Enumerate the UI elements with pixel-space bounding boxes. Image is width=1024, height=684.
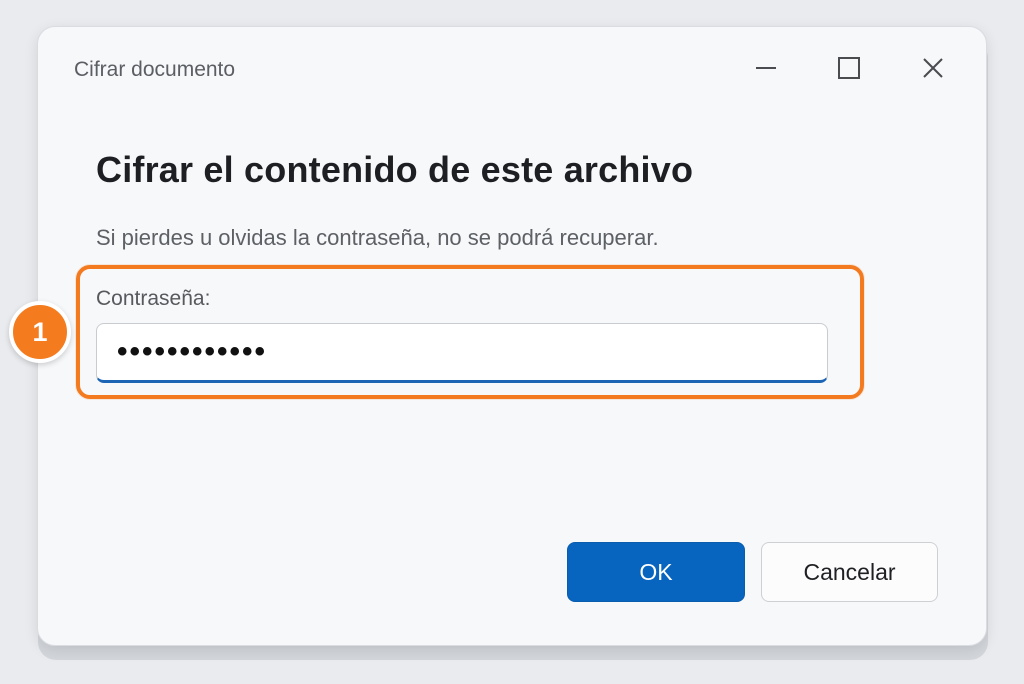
dialog-heading: Cifrar el contenido de este archivo — [96, 149, 694, 190]
step-badge: 1 — [9, 301, 71, 363]
dialog-warning-text: Si pierdes u olvidas la contraseña, no s… — [96, 225, 659, 250]
maximize-icon — [837, 56, 861, 80]
window-title: Cifrar documento — [74, 58, 236, 81]
minimize-icon — [754, 56, 778, 80]
close-button[interactable] — [910, 47, 956, 89]
minimize-button[interactable] — [743, 47, 789, 89]
password-field[interactable]: •••••••••••• — [96, 323, 828, 383]
cancel-button[interactable]: Cancelar — [761, 542, 938, 602]
close-icon — [921, 56, 945, 80]
title-bar: Cifrar documento — [38, 27, 986, 113]
password-value: •••••••••••• — [117, 335, 268, 368]
maximize-button[interactable] — [826, 47, 872, 89]
password-label: Contraseña: — [96, 287, 211, 310]
ok-button[interactable]: OK — [567, 542, 745, 602]
encrypt-dialog: Cifrar documento Cifrar el contenido de … — [37, 26, 987, 646]
screen: Cifrar documento Cifrar el contenido de … — [0, 0, 1024, 684]
